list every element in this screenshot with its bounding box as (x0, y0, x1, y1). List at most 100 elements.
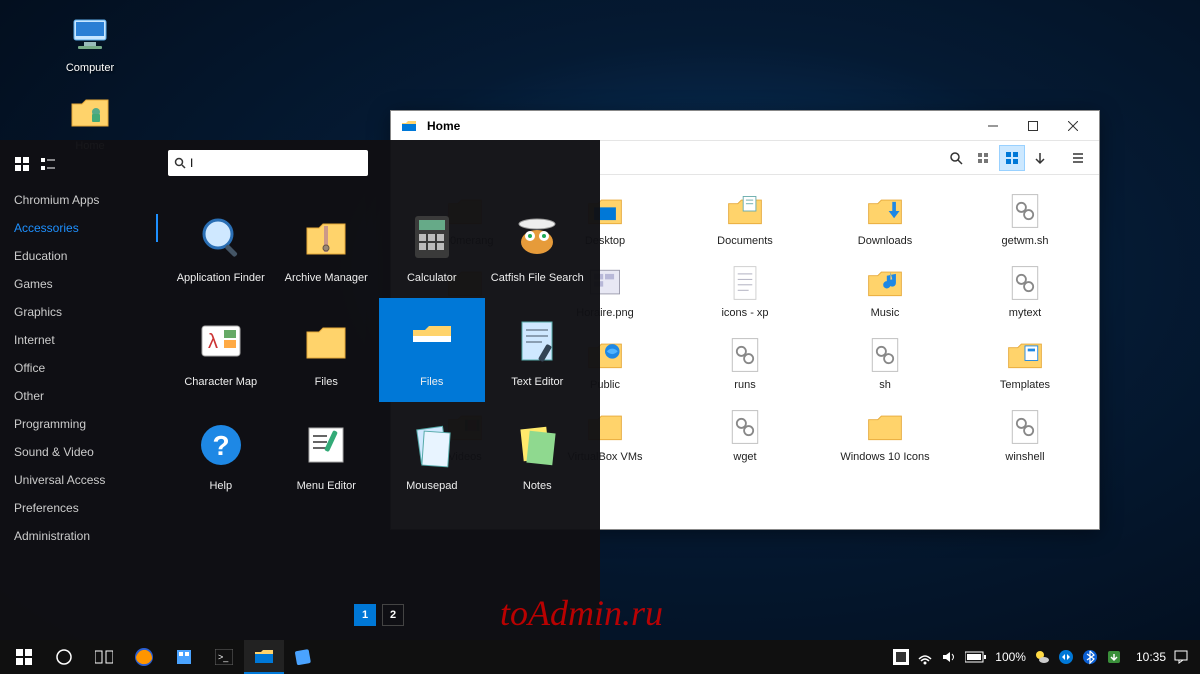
volume-icon[interactable] (941, 649, 957, 665)
file-item[interactable]: wget (675, 403, 815, 467)
category-administration[interactable]: Administration (0, 522, 158, 550)
view-grid-icon[interactable] (14, 156, 30, 172)
desktop-icon-computer[interactable]: Computer (50, 10, 130, 74)
app-launcher-icon[interactable] (164, 640, 204, 674)
tray-update-icon[interactable] (1106, 649, 1122, 665)
app-menueditor[interactable]: Menu Editor (274, 402, 380, 506)
help-icon: ? (196, 420, 246, 470)
file-item[interactable]: getwm.sh (955, 187, 1095, 251)
file-item[interactable]: winshell (955, 403, 1095, 467)
file-label: sh (879, 379, 891, 391)
file-label: runs (734, 379, 755, 391)
file-item[interactable]: Music (815, 259, 955, 323)
app-catfish[interactable]: Catfish File Search (485, 194, 591, 298)
category-preferences[interactable]: Preferences (0, 494, 158, 522)
category-games[interactable]: Games (0, 270, 158, 298)
tray-teamviewer-icon[interactable] (1058, 649, 1074, 665)
terminal-icon[interactable]: >_ (204, 640, 244, 674)
app-label: Files (420, 376, 443, 388)
file-label: Windows 10 Icons (840, 451, 929, 463)
category-office[interactable]: Office (0, 354, 158, 382)
category-sound-video[interactable]: Sound & Video (0, 438, 158, 466)
category-chromium-apps[interactable]: Chromium Apps (0, 186, 158, 214)
category-graphics[interactable]: Graphics (0, 298, 158, 326)
file-item[interactable]: Templates (955, 331, 1095, 395)
file-item[interactable]: Documents (675, 187, 815, 251)
grid-view-button[interactable] (999, 145, 1025, 171)
app-taskbar-icon[interactable] (284, 640, 324, 674)
file-manager-taskbar-icon[interactable] (244, 640, 284, 674)
file-item[interactable]: mytext (955, 259, 1095, 323)
search-field[interactable] (168, 150, 368, 176)
category-programming[interactable]: Programming (0, 410, 158, 438)
battery-icon[interactable] (965, 651, 987, 663)
app-label: Mousepad (406, 480, 457, 492)
category-internet[interactable]: Internet (0, 326, 158, 354)
charmap-icon: λ (196, 316, 246, 366)
search-button[interactable] (943, 145, 969, 171)
computer-icon (66, 10, 114, 58)
menueditor-icon (301, 420, 351, 470)
notification-icon[interactable] (1174, 650, 1188, 664)
file-item[interactable]: icons - xp (675, 259, 815, 323)
app-charmap[interactable]: λ Character Map (168, 298, 274, 402)
notes-icon (512, 420, 562, 470)
file-icon (1005, 407, 1045, 447)
app-app-finder[interactable]: Application Finder (168, 194, 274, 298)
page-2-button[interactable]: 2 (382, 604, 404, 626)
app-help[interactable]: ?Help (168, 402, 274, 506)
tray-weather-icon[interactable] (1034, 649, 1050, 665)
minimize-button[interactable] (973, 113, 1013, 139)
mousepad-icon (407, 420, 457, 470)
bluetooth-icon[interactable] (1082, 649, 1098, 665)
firefox-icon[interactable] (124, 640, 164, 674)
app-label: Character Map (184, 376, 257, 388)
titlebar[interactable]: Home (391, 111, 1099, 141)
view-list-icon[interactable] (40, 156, 56, 172)
app-label: Notes (523, 480, 552, 492)
hamburger-menu-button[interactable] (1065, 145, 1091, 171)
watermark: toAdmin.ru (500, 592, 663, 634)
home-folder-icon (66, 88, 114, 136)
window-title: Home (427, 119, 973, 133)
maximize-button[interactable] (1013, 113, 1053, 139)
system-tray: 100% 10:35 (885, 649, 1196, 665)
file-item[interactable]: Windows 10 Icons (815, 403, 955, 467)
cortana-button[interactable] (44, 640, 84, 674)
start-button[interactable] (4, 640, 44, 674)
category-education[interactable]: Education (0, 242, 158, 270)
app-notes[interactable]: Notes (485, 402, 591, 506)
file-icon (865, 335, 905, 375)
file-icon (725, 263, 765, 303)
search-input[interactable] (190, 156, 362, 170)
file-item[interactable]: runs (675, 331, 815, 395)
app-finder-icon (196, 212, 246, 262)
wifi-icon[interactable] (917, 649, 933, 665)
file-label: Templates (1000, 379, 1050, 391)
app-texteditor[interactable]: Text Editor (485, 298, 591, 402)
taskbar: >_ 100% 10:35 (0, 640, 1200, 674)
page-1-button[interactable]: 1 (354, 604, 376, 626)
app-mousepad[interactable]: Mousepad (379, 402, 485, 506)
search-icon (174, 157, 186, 169)
category-accessories[interactable]: Accessories (0, 214, 158, 242)
app-files1[interactable]: Files (274, 298, 380, 402)
file-label: wget (733, 451, 756, 463)
app-files2[interactable]: Files (379, 298, 485, 402)
category-universal-access[interactable]: Universal Access (0, 466, 158, 494)
close-button[interactable] (1053, 113, 1093, 139)
category-other[interactable]: Other (0, 382, 158, 410)
clock: 10:35 (1136, 650, 1166, 664)
file-label: winshell (1005, 451, 1044, 463)
app-archive-mgr[interactable]: Archive Manager (274, 194, 380, 298)
file-icon (725, 335, 765, 375)
tray-app-icon[interactable] (893, 649, 909, 665)
app-calculator[interactable]: Calculator (379, 194, 485, 298)
file-item[interactable]: Downloads (815, 187, 955, 251)
sort-button[interactable] (1027, 145, 1053, 171)
app-panel: Application FinderArchive ManagerCalcula… (158, 140, 600, 640)
task-view-button[interactable] (84, 640, 124, 674)
file-item[interactable]: sh (815, 331, 955, 395)
list-view-button[interactable] (971, 145, 997, 171)
app-label: Text Editor (511, 376, 563, 388)
